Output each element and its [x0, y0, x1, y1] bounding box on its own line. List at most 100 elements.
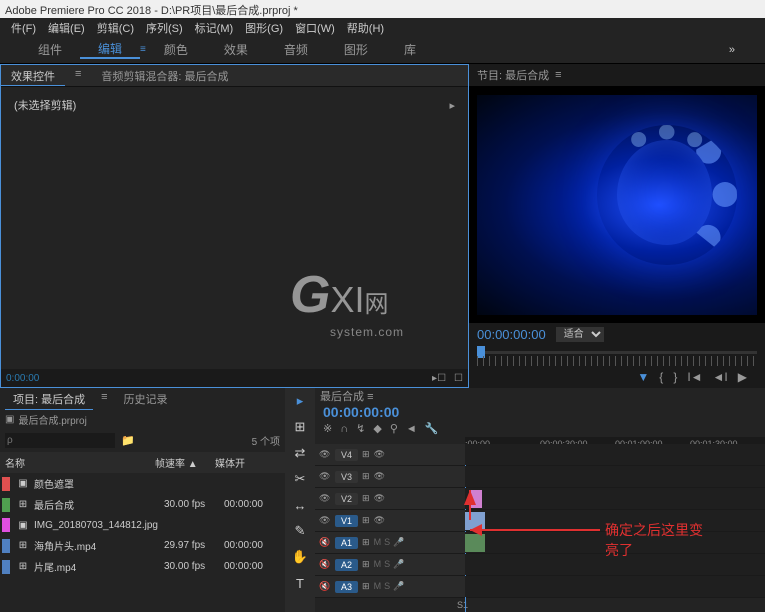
- tl-snap-icon[interactable]: ※: [323, 422, 332, 435]
- col-media[interactable]: 媒体开: [215, 455, 280, 470]
- workspace-color[interactable]: 颜色: [146, 41, 206, 58]
- track-label[interactable]: V3: [335, 471, 358, 483]
- track-label[interactable]: A3: [335, 581, 358, 593]
- play-icon[interactable]: ▸: [449, 99, 455, 112]
- workspace-audio[interactable]: 音频: [266, 41, 326, 58]
- program-scrubber[interactable]: [477, 346, 757, 366]
- hand-tool[interactable]: ✋: [291, 548, 309, 566]
- solo-button[interactable]: S: [384, 559, 390, 570]
- tab-audio-mixer[interactable]: 音频剪辑混合器: 最后合成: [91, 65, 238, 86]
- workspace-assembly[interactable]: 组件: [20, 41, 80, 58]
- eye-icon[interactable]: 👁: [319, 471, 331, 482]
- mic-icon[interactable]: 🎤: [393, 559, 404, 570]
- solo-button[interactable]: S: [384, 537, 390, 548]
- ripple-tool[interactable]: ⇄: [291, 444, 309, 462]
- play-button[interactable]: ▶: [738, 370, 747, 384]
- track-label[interactable]: A2: [335, 559, 358, 571]
- fx-icon[interactable]: ⊞: [362, 493, 370, 504]
- output-icon[interactable]: 👁: [374, 449, 386, 460]
- workspace-more[interactable]: »: [719, 44, 745, 56]
- project-menu-icon[interactable]: ≡: [93, 388, 115, 410]
- menu-file[interactable]: 件(F): [5, 18, 42, 36]
- eye-icon[interactable]: 👁: [319, 493, 331, 504]
- fx-icon[interactable]: ⊞: [362, 581, 370, 592]
- mute-button[interactable]: M: [374, 537, 382, 548]
- mic-icon[interactable]: 🎤: [393, 537, 404, 548]
- col-fps[interactable]: 帧速率 ▲: [155, 455, 215, 470]
- timeline-tab[interactable]: 最后合成 ≡: [320, 388, 373, 404]
- workspace-graphics[interactable]: 图形: [326, 41, 386, 58]
- fx-icon[interactable]: ⊞: [362, 515, 370, 526]
- menu-marker[interactable]: 标记(M): [189, 18, 240, 36]
- menu-clip[interactable]: 剪辑(C): [91, 18, 140, 36]
- mute-icon[interactable]: 🔇: [319, 537, 331, 548]
- slip-tool[interactable]: ↔: [291, 496, 309, 514]
- menu-window[interactable]: 窗口(W): [289, 18, 341, 36]
- workspace-editing[interactable]: 编辑: [80, 40, 140, 59]
- tl-settings-icon[interactable]: 🔧: [425, 422, 439, 435]
- track-select-tool[interactable]: ⊞: [291, 418, 309, 436]
- menu-graphics[interactable]: 图形(G): [239, 18, 289, 36]
- track-content[interactable]: [465, 532, 765, 553]
- step-back-button[interactable]: ◄I: [713, 370, 728, 384]
- program-timecode[interactable]: 00:00:00:00: [477, 327, 546, 342]
- project-item[interactable]: ⊞ 片尾.mp4 30.00 fps 00:00:00: [0, 556, 285, 577]
- menu-edit[interactable]: 编辑(E): [42, 18, 91, 36]
- mute-button[interactable]: M: [374, 559, 382, 570]
- track-label[interactable]: A1: [335, 537, 358, 549]
- razor-tool[interactable]: ✂: [291, 470, 309, 488]
- menu-help[interactable]: 帮助(H): [341, 18, 390, 36]
- track-content[interactable]: [465, 444, 765, 465]
- tl-marker-icon[interactable]: ↯: [356, 422, 365, 435]
- project-search-input[interactable]: [5, 433, 115, 448]
- program-menu-icon[interactable]: ≡: [555, 69, 561, 81]
- track-content[interactable]: [465, 576, 765, 597]
- track-content[interactable]: [465, 554, 765, 575]
- fx-icon[interactable]: ⊞: [362, 449, 370, 460]
- tl-wrench-icon[interactable]: ⚲: [390, 422, 398, 435]
- zoom-select[interactable]: 适合: [556, 327, 604, 342]
- effect-controls-menu-icon[interactable]: ≡: [65, 65, 91, 86]
- add-marker-button[interactable]: ▼: [637, 370, 649, 384]
- track-content[interactable]: [465, 510, 765, 531]
- eye-icon[interactable]: 👁: [319, 449, 331, 460]
- track-label[interactable]: V4: [335, 449, 358, 461]
- pen-tool[interactable]: ✎: [291, 522, 309, 540]
- program-viewport[interactable]: [469, 86, 765, 323]
- type-tool[interactable]: T: [291, 574, 309, 592]
- fx-icon[interactable]: ⊞: [362, 559, 370, 570]
- folder-icon[interactable]: 📁: [121, 434, 135, 447]
- track-label[interactable]: V1: [335, 515, 358, 527]
- mute-icon[interactable]: 🔇: [319, 581, 331, 592]
- tl-insert-icon[interactable]: ◆: [373, 422, 381, 435]
- solo-button[interactable]: S: [384, 581, 390, 592]
- output-icon[interactable]: 👁: [374, 493, 386, 504]
- menu-sequence[interactable]: 序列(S): [140, 18, 189, 36]
- output-icon[interactable]: 👁: [374, 515, 386, 526]
- mute-button[interactable]: M: [374, 581, 382, 592]
- timeline-ruler[interactable]: :00:0000:00:30:0000:01:00:0000:01:30:000…: [465, 437, 765, 444]
- mute-icon[interactable]: 🔇: [319, 559, 331, 570]
- timeline-timecode[interactable]: 00:00:00:00: [315, 404, 765, 420]
- project-item[interactable]: ▣ 颜色遮罩: [0, 473, 285, 494]
- eye-icon[interactable]: 👁: [319, 515, 331, 526]
- project-item[interactable]: ⊞ 最后合成 30.00 fps 00:00:00: [0, 494, 285, 515]
- col-name[interactable]: 名称: [5, 455, 155, 470]
- project-item[interactable]: ▣ IMG_20180703_144812.jpg: [0, 515, 285, 535]
- program-tab[interactable]: 节目: 最后合成: [477, 67, 549, 83]
- effect-icon-2[interactable]: ☐: [454, 373, 463, 384]
- tab-project[interactable]: 项目: 最后合成: [5, 388, 93, 410]
- tab-effect-controls[interactable]: 效果控件: [1, 65, 65, 86]
- fx-icon[interactable]: ⊞: [362, 471, 370, 482]
- workspace-library[interactable]: 库: [386, 41, 434, 58]
- mic-icon[interactable]: 🎤: [393, 581, 404, 592]
- tl-ctrl6[interactable]: ◄: [406, 423, 417, 435]
- project-item[interactable]: ⊞ 海角片头.mp4 29.97 fps 00:00:00: [0, 535, 285, 556]
- tab-history[interactable]: 历史记录: [116, 388, 176, 410]
- output-icon[interactable]: 👁: [374, 471, 386, 482]
- track-label[interactable]: V2: [335, 493, 358, 505]
- workspace-effects[interactable]: 效果: [206, 41, 266, 58]
- tl-link-icon[interactable]: ∩: [340, 423, 348, 435]
- effect-icon-1[interactable]: ▸☐: [432, 373, 446, 384]
- track-content[interactable]: [465, 466, 765, 487]
